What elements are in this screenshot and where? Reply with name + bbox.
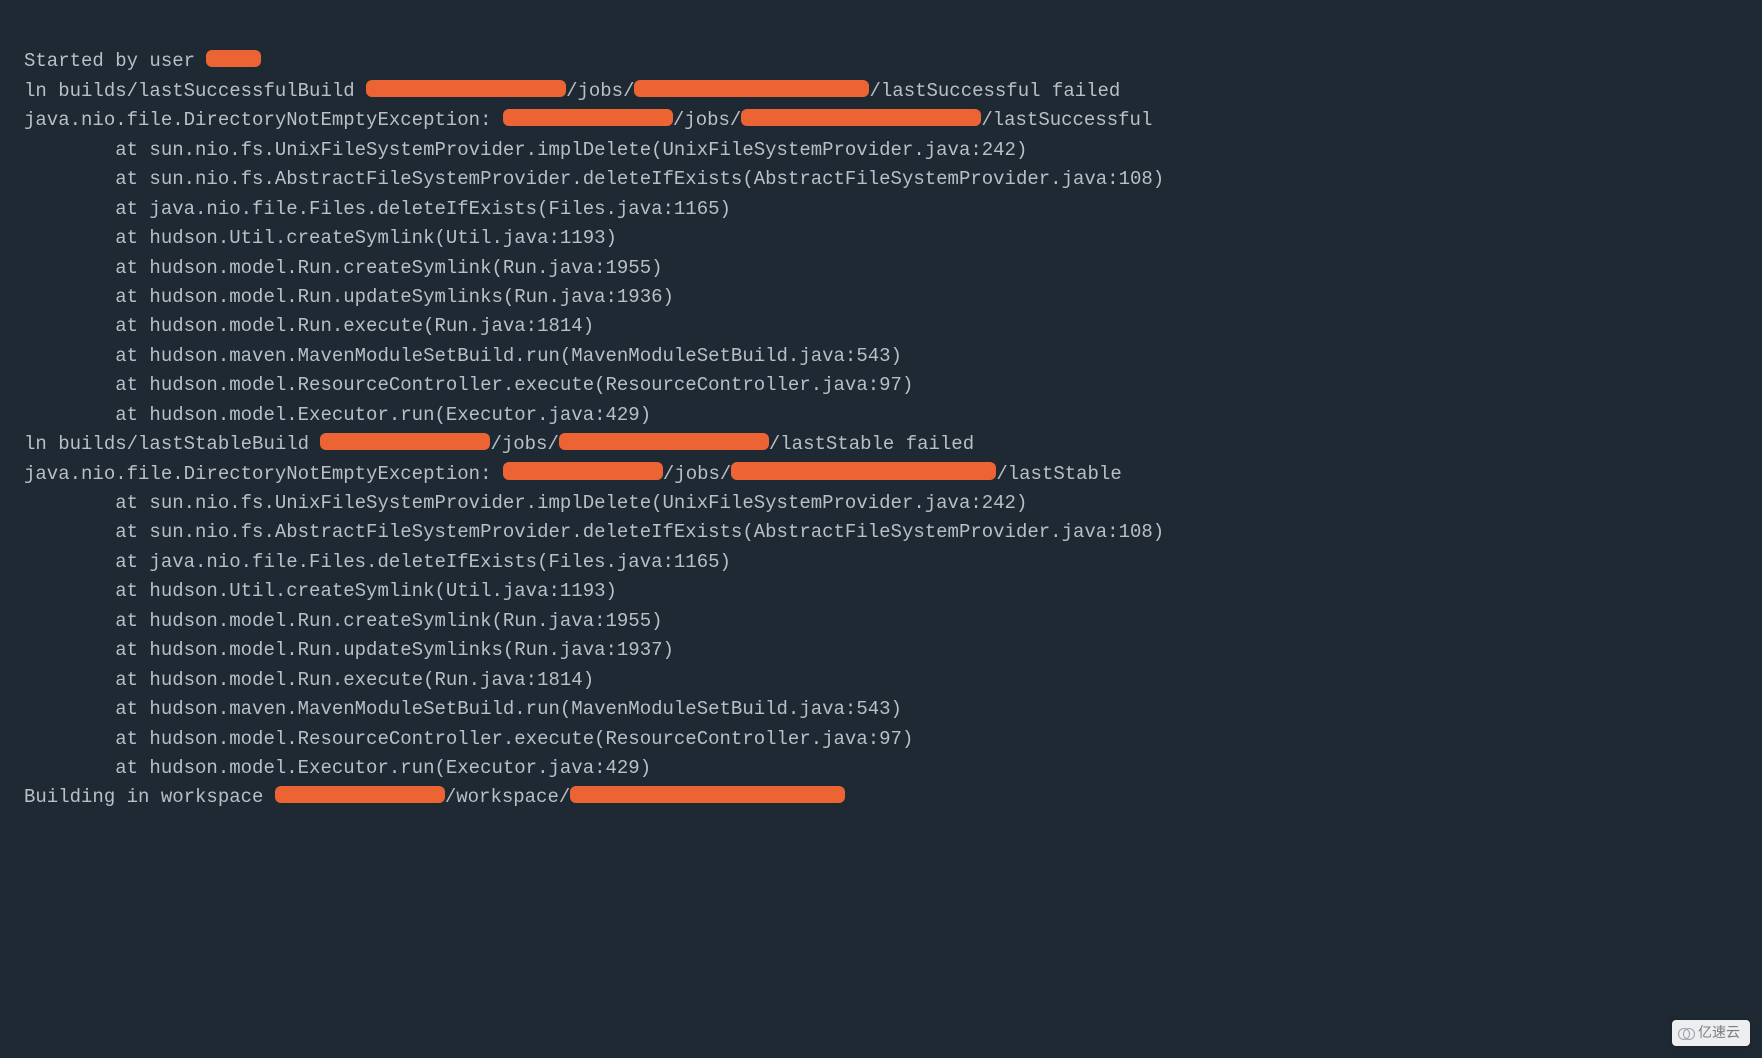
- redacted-user: [206, 50, 261, 67]
- redacted-job: [741, 109, 981, 126]
- stack-trace-2: at sun.nio.fs.UnixFileSystemProvider.imp…: [24, 492, 1164, 779]
- exc-success-line: java.nio.file.DirectoryNotEmptyException…: [24, 109, 1152, 131]
- redacted-path: [503, 462, 663, 479]
- exc-stable-prefix: java.nio.file.DirectoryNotEmptyException…: [24, 463, 503, 485]
- redacted-workspace: [570, 786, 845, 803]
- ln-success-prefix: ln builds/lastSuccessfulBuild: [24, 80, 366, 102]
- ln-success-jobs: /jobs/: [566, 80, 634, 102]
- building-mid: /workspace/: [445, 786, 570, 808]
- redacted-path: [366, 80, 566, 97]
- exc-stable-suffix: /lastStable: [996, 463, 1121, 485]
- started-line: Started by user: [24, 50, 261, 72]
- started-label: Started by user: [24, 50, 206, 72]
- watermark-badge: 亿速云: [1672, 1020, 1750, 1046]
- ln-success-line: ln builds/lastSuccessfulBuild /jobs/ /las…: [24, 80, 1120, 102]
- redacted-job: [731, 462, 996, 479]
- exc-success-suffix: /lastSuccessful: [981, 109, 1152, 131]
- exc-success-prefix: java.nio.file.DirectoryNotEmptyException…: [24, 109, 503, 131]
- redacted-job: [634, 80, 869, 97]
- redacted-path: [275, 786, 445, 803]
- stack-trace-1: at sun.nio.fs.UnixFileSystemProvider.imp…: [24, 139, 1164, 426]
- ln-success-suffix: /lastSuccessful failed: [869, 80, 1120, 102]
- exc-stable-jobs: /jobs/: [663, 463, 731, 485]
- watermark-text: 亿速云: [1698, 1022, 1740, 1044]
- building-prefix: Building in workspace: [24, 786, 275, 808]
- redacted-job: [559, 433, 769, 450]
- ln-stable-suffix: /lastStable failed: [769, 433, 974, 455]
- ln-stable-prefix: ln builds/lastStableBuild: [24, 433, 320, 455]
- redacted-path: [320, 433, 490, 450]
- ln-stable-jobs: /jobs/: [490, 433, 558, 455]
- exc-success-jobs: /jobs/: [673, 109, 741, 131]
- console-output: Started by user ln builds/lastSuccessful…: [0, 0, 1762, 837]
- watermark-logo-icon: [1678, 1025, 1694, 1041]
- ln-stable-line: ln builds/lastStableBuild /jobs/ /lastSta…: [24, 433, 974, 455]
- building-line: Building in workspace /workspace/: [24, 786, 845, 808]
- exc-stable-line: java.nio.file.DirectoryNotEmptyException…: [24, 463, 1122, 485]
- redacted-path: [503, 109, 673, 126]
